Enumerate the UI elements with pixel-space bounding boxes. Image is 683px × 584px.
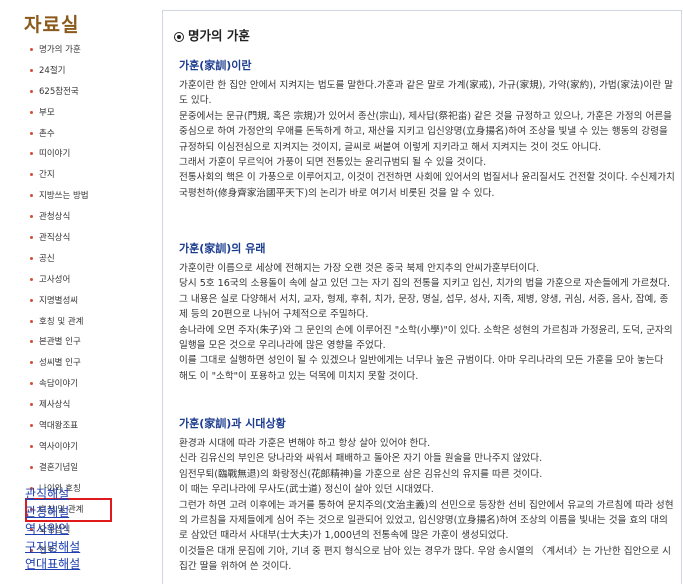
- sidebar-menu: 명가의 가훈 24절기 625참전국부모촌수띠이야기간지지방쓰는 방법관청상식관직상…: [25, 40, 112, 562]
- bullet-icon: [30, 277, 33, 281]
- circle-bullet-icon: [174, 31, 184, 42]
- sidebar-item[interactable]: 625참전국: [30, 82, 110, 103]
- sidebar-item-label: 촌수: [39, 128, 55, 139]
- sidebar-item-label: 명가의 가훈: [39, 45, 81, 55]
- paragraph: 송나라에 오면 주자(朱子)와 그 문인의 손에 이루어진 "소학(小學)"이 …: [179, 324, 673, 352]
- sidebar-item-label: 역대왕조표: [39, 421, 79, 432]
- paragraph: 문중에서는 문규(門規, 혹은 宗規)가 있어서 종산(宗山), 제사답(祭祀畓…: [179, 110, 672, 153]
- page-title-text: 명가의 가훈: [188, 28, 250, 43]
- sidebar-link[interactable]: 역사위인: [25, 521, 80, 539]
- sidebar-item[interactable]: 역대왕조표: [30, 416, 110, 437]
- sidebar-link[interactable]: 연대표해설: [25, 556, 80, 574]
- sidebar-item-label: 띠이야기: [39, 149, 71, 160]
- bullet-icon: [30, 465, 33, 469]
- sidebar-item[interactable]: 속담이야기: [30, 374, 110, 395]
- bullet-icon: [30, 340, 33, 344]
- sidebar-link[interactable]: 관청해설: [25, 504, 80, 522]
- section-heading: 가훈(家訓)의 유래: [179, 242, 266, 255]
- paragraph: 가훈이란 이름으로 세상에 전해지는 가장 오랜 것은 중국 북제 안지추의 안…: [179, 263, 540, 274]
- paragraph: 이를 그대로 실행하면 성인이 될 수 있겠으나 일반에게는 너무나 높은 규범…: [179, 355, 664, 382]
- sidebar-link[interactable]: 관직해설: [25, 486, 80, 504]
- bullet-icon: [30, 173, 33, 177]
- sidebar-item[interactable]: 부모: [30, 103, 110, 124]
- sidebar-link[interactable]: 구지명해설: [25, 539, 80, 557]
- page-title: 명가의 가훈: [174, 25, 250, 44]
- bullet-icon: [30, 444, 33, 448]
- paragraph: 당시 5호 16국의 소용돌이 속에 살고 있던 그는 자기 집의 전통을 지키…: [179, 278, 671, 290]
- sidebar-item-label: 고사성어: [39, 274, 71, 285]
- sidebar-item-label: 성씨별 인구: [39, 358, 81, 369]
- sidebar-item-label: 호칭 및 관계: [39, 316, 84, 327]
- bullet-icon: [30, 48, 33, 51]
- sidebar-item-label: 관청상식: [39, 212, 71, 223]
- sidebar-item-label: 역사이야기: [39, 441, 79, 452]
- sidebar-item-label: 결혼기념일: [39, 462, 79, 473]
- paragraph: 이것들은 대개 문집에 기아, 기녀 중 편지 형식으로 남아 있는 경우가 많…: [179, 545, 671, 573]
- sidebar-item-label: 공신: [39, 253, 55, 264]
- paragraph: 이 때는 우리나라에 무사도(武士道) 정신이 살아 있던 시대였다.: [179, 484, 434, 496]
- sidebar-item[interactable]: 관청상식: [30, 207, 110, 228]
- sidebar-item-label: 본관별 인구: [39, 337, 81, 348]
- paragraph: 전통사회의 핵은 이 가풍으로 이루어지고, 이것이 건전하면 사회에 있어서의…: [179, 172, 675, 199]
- section-heading: 가훈(家訓)이란: [179, 59, 252, 72]
- bullet-icon: [30, 319, 33, 323]
- sidebar-item[interactable]: 띠이야기: [30, 144, 110, 165]
- sidebar-item[interactable]: 24절기: [30, 61, 110, 82]
- sidebar-item[interactable]: 명가의 가훈: [30, 40, 110, 61]
- section-era: 가훈(家訓)과 시대상황 환경과 시대에 따라 가훈은 변해야 하고 항상 살아…: [179, 415, 675, 575]
- section-origin: 가훈(家訓)의 유래 가훈이란 이름으로 세상에 전해지는 가장 오랜 것은 중…: [179, 240, 675, 384]
- sidebar-item[interactable]: 역사이야기: [30, 437, 110, 458]
- bullet-icon: [30, 89, 33, 93]
- sidebar-item-label: 625참전국: [39, 86, 79, 97]
- bullet-icon: [30, 382, 33, 386]
- bullet-icon: [30, 194, 33, 198]
- sidebar-item-label: 간지: [39, 170, 55, 181]
- bullet-icon: [30, 298, 33, 302]
- sidebar-item-label: 부모: [39, 107, 55, 118]
- sidebar-item[interactable]: 제사상식: [30, 395, 110, 416]
- section-definition: 가훈(家訓)이란 가훈이란 한 집안 안에서 지켜지는 법도를 말한다.가훈과 …: [179, 57, 675, 201]
- sidebar-item-label: 지방쓰는 방법: [39, 191, 89, 202]
- sidebar-item-label: 관직상식: [39, 233, 71, 244]
- bullet-icon: [30, 424, 33, 428]
- paragraph: 신라 김유신의 부인은 당나라와 싸워서 패배하고 돌아온 자기 아들 원술을 …: [179, 453, 543, 465]
- sidebar-item-label: 제사상식: [39, 400, 71, 411]
- sidebar-item[interactable]: 촌수: [30, 124, 110, 145]
- paragraph: 임전무퇴(臨戰無退)의 화랑정신(花郞精神)을 가훈으로 삼은 김유신의 유지를…: [179, 468, 543, 480]
- sidebar-links: 관직해설 관청해설 역사위인 구지명해설 연대표해설: [25, 486, 80, 574]
- sidebar-item[interactable]: 지방쓰는 방법: [30, 186, 110, 207]
- content-panel: 명가의 가훈 가훈(家訓)이란 가훈이란 한 집안 안에서 지켜지는 법도를 말…: [162, 10, 682, 584]
- bullet-icon: [30, 131, 33, 135]
- bullet-icon: [30, 152, 33, 156]
- paragraph: 그런가 하면 고려 이후에는 과거를 통하여 문치주의(文治主義)의 선민으로 …: [179, 499, 674, 542]
- sidebar-item[interactable]: 고사성어: [30, 270, 110, 291]
- bullet-icon: [30, 361, 33, 365]
- paragraph: 그래서 가훈이 무르익어 가풍이 되면 전통있는 윤리규범되 될 수 있을 것이…: [179, 157, 487, 169]
- sidebar-title: 자료실: [24, 14, 80, 36]
- sidebar-item[interactable]: 결혼기념일: [30, 458, 110, 479]
- bullet-icon: [30, 215, 33, 219]
- sidebar-item[interactable]: 공신: [30, 249, 110, 270]
- sidebar-item[interactable]: 간지: [30, 165, 110, 186]
- paragraph: 환경과 시대에 따라 가훈은 변해야 하고 항상 살아 있어야 한다.: [179, 438, 431, 449]
- sidebar-item[interactable]: 호칭 및 관계: [30, 312, 110, 333]
- sidebar: 자료실 명가의 가훈 24절기 625참전국부모촌수띠이야기간지지방쓰는 방법관청상…: [0, 0, 150, 584]
- sidebar-item[interactable]: 지명별성씨: [30, 291, 110, 312]
- paragraph: 그 내용은 실로 다양해서 서치, 교자, 형제, 후취, 치가, 문장, 명실…: [179, 293, 669, 321]
- bullet-icon: [30, 110, 33, 114]
- bullet-icon: [30, 256, 33, 260]
- sidebar-item-label: 속담이야기: [39, 379, 79, 390]
- sidebar-item[interactable]: 관직상식: [30, 228, 110, 249]
- sidebar-item[interactable]: 성씨별 인구: [30, 353, 110, 374]
- sidebar-item-label: 24절기: [39, 65, 66, 76]
- sidebar-item-label: 지명별성씨: [39, 295, 79, 306]
- bullet-icon: [30, 68, 33, 72]
- section-heading: 가훈(家訓)과 시대상황: [179, 417, 286, 430]
- paragraph: 가훈이란 한 집안 안에서 지켜지는 법도를 말한다.가훈과 같은 말로 가계(…: [179, 80, 673, 107]
- bullet-icon: [30, 403, 33, 407]
- sidebar-item[interactable]: 본관별 인구: [30, 332, 110, 353]
- bullet-icon: [30, 236, 33, 240]
